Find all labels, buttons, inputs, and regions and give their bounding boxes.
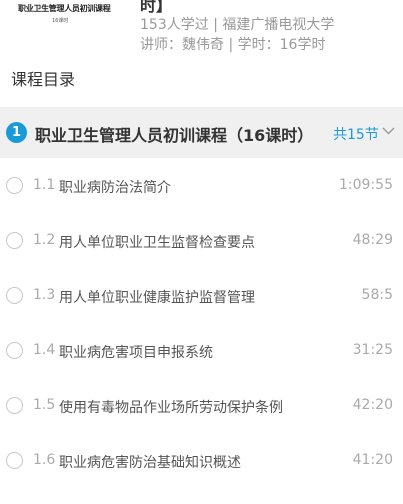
lesson-status-circle-icon — [6, 287, 23, 304]
lesson-number: 1.5 — [33, 397, 56, 413]
teacher-name: 讲师：魏伟奇 — [140, 37, 224, 53]
catalog-heading: 课程目录 — [11, 70, 76, 89]
lesson-duration: 1:09:55 — [339, 177, 393, 193]
lesson-number: 1.6 — [33, 452, 56, 468]
chapter-title: 职业卫生管理人员初训课程（16课时） — [35, 126, 314, 145]
meta-separator: | — [228, 37, 234, 53]
lesson-item[interactable]: 1.6 职业病危害防治基础知识概述 41:20 — [0, 433, 403, 488]
cover-title: 职业卫生管理人员初训课程 — [18, 4, 111, 13]
lesson-item[interactable]: 1.1 职业病防治法简介 1:09:55 — [0, 158, 403, 213]
lesson-title: 用人单位职业卫生监督检查要点 — [59, 235, 255, 251]
lesson-duration: 58:5 — [361, 287, 393, 303]
credit-hours: 学时：16学时 — [237, 37, 326, 53]
lesson-title: 职业病危害防治基础知识概述 — [59, 455, 241, 471]
course-info: 讲师：魏伟奇 | 学时：16学时 — [140, 34, 325, 54]
lesson-title: 使用有毒物品作业场所劳动保护条例 — [59, 400, 283, 416]
lesson-status-circle-icon — [6, 452, 23, 469]
lesson-status-circle-icon — [6, 397, 23, 414]
lesson-duration: 42:20 — [352, 397, 393, 413]
chapter-header[interactable]: 1 职业卫生管理人员初训课程（16课时） 共15节 — [0, 107, 403, 158]
lesson-status-circle-icon — [6, 232, 23, 249]
lesson-duration: 41:20 — [352, 452, 393, 468]
lesson-item[interactable]: 1.2 用人单位职业卫生监督检查要点 48:29 — [0, 213, 403, 268]
chapter-lesson-count: 共15节 — [333, 127, 379, 143]
lesson-item[interactable]: 1.4 职业病危害项目申报系统 31:25 — [0, 323, 403, 378]
lesson-list: 1.1 职业病防治法简介 1:09:55 1.2 用人单位职业卫生监督检查要点 … — [0, 158, 403, 488]
learner-count: 153人学过 — [140, 17, 209, 33]
school-name: 福建广播电视大学 — [222, 17, 335, 33]
lesson-number: 1.2 — [33, 232, 56, 248]
lesson-status-circle-icon — [6, 342, 23, 359]
lesson-number: 1.3 — [33, 287, 56, 303]
lesson-title: 职业病防治法简介 — [59, 180, 171, 196]
course-header: 职业卫生管理人员初训课程 16课时 时】 153人学过 | 福建广播电视大学 讲… — [0, 0, 403, 62]
lesson-duration: 48:29 — [352, 232, 393, 248]
course-cover-image[interactable]: 职业卫生管理人员初训课程 16课时 — [0, 0, 132, 44]
chapter-number-badge: 1 — [6, 122, 27, 143]
lesson-duration: 31:25 — [352, 342, 393, 358]
lesson-title: 用人单位职业健康监护监督管理 — [59, 290, 255, 306]
lesson-status-circle-icon — [6, 177, 23, 194]
lesson-item[interactable]: 1.5 使用有毒物品作业场所劳动保护条例 42:20 — [0, 378, 403, 433]
meta-separator: | — [213, 17, 218, 33]
lesson-item[interactable]: 1.3 用人单位职业健康监护监督管理 58:5 — [0, 268, 403, 323]
lesson-number: 1.4 — [33, 342, 56, 358]
lesson-number: 1.1 — [33, 177, 56, 193]
lesson-title: 职业病危害项目申报系统 — [59, 345, 213, 361]
course-stats: 153人学过 | 福建广播电视大学 — [140, 14, 334, 34]
chevron-down-icon[interactable] — [382, 124, 395, 137]
cover-subtitle: 16课时 — [52, 18, 69, 24]
